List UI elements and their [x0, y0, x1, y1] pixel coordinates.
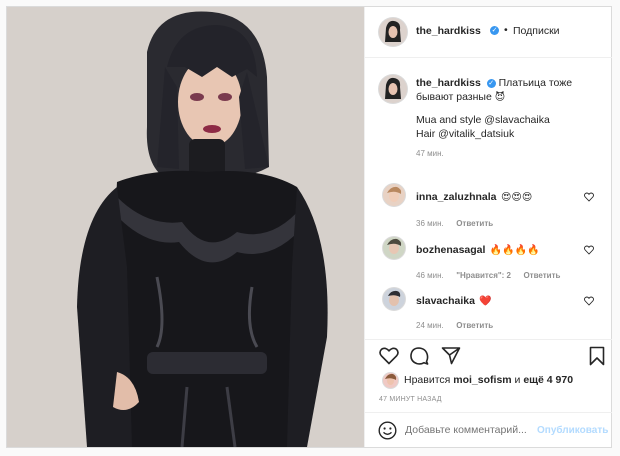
- commenter-avatar[interactable]: [383, 288, 405, 310]
- verified-icon: ✓: [486, 78, 496, 88]
- comment-text: 😍😍😍: [500, 192, 533, 203]
- following-button[interactable]: Подписки: [513, 25, 560, 37]
- comment-like-heart-icon[interactable]: [584, 192, 594, 202]
- comment-row: bozhenasagal 🔥🔥🔥🔥: [416, 240, 540, 258]
- post-header: the_hardkiss ✓ • Подписки: [365, 7, 612, 58]
- comment-icon[interactable]: [409, 346, 429, 366]
- author-username[interactable]: the_hardkiss: [416, 25, 481, 37]
- commenter-avatar[interactable]: [383, 184, 405, 206]
- caption-text-line2: бывают разные: [416, 91, 492, 103]
- comment-likes-count[interactable]: "Нравится": 2: [456, 271, 511, 280]
- comment-meta: 46 мин. "Нравится": 2 Ответить: [416, 265, 560, 283]
- caption-text-line1: Платьица тоже: [498, 77, 573, 89]
- comment-time: 24 мин.: [416, 321, 444, 330]
- post-frame: the_hardkiss ✓ • Подписки the_hardkiss ✓…: [6, 6, 612, 448]
- caption-credit-line1: Mua and style @slavachaika: [416, 114, 550, 126]
- caption-username[interactable]: the_hardkiss: [416, 77, 481, 89]
- verified-icon: ✓: [490, 26, 499, 35]
- caption-time: 47 мин.: [416, 149, 444, 158]
- comment-row: slavachaika ❤️: [416, 291, 492, 309]
- caption-block: the_hardkiss ✓ Платьица тоже бывают разн…: [416, 76, 606, 158]
- action-bar: [365, 339, 612, 370]
- comment-username[interactable]: inna_zaluzhnala: [416, 191, 497, 203]
- comment-like-heart-icon[interactable]: [584, 296, 594, 306]
- comment-text: ❤️: [479, 296, 492, 307]
- comment-username[interactable]: bozhenasagal: [416, 244, 485, 256]
- caption-avatar[interactable]: [379, 75, 407, 103]
- liker-avatar[interactable]: [383, 373, 398, 388]
- bookmark-icon[interactable]: [589, 346, 605, 366]
- comment-like-heart-icon[interactable]: [584, 245, 594, 255]
- likes-conjunction: и: [514, 374, 521, 386]
- reply-button[interactable]: Ответить: [456, 321, 493, 330]
- devil-emoji: 😈: [494, 92, 506, 103]
- likes-prefix: Нравится: [404, 374, 451, 386]
- reply-button[interactable]: Ответить: [523, 271, 560, 280]
- photo-illustration: [7, 7, 364, 447]
- comment-time: 46 мин.: [416, 271, 444, 280]
- comment-row: inna_zaluzhnala 😍😍😍: [416, 187, 532, 205]
- likes-summary: Нравится moi_sofism и ещё 4 970: [404, 374, 573, 386]
- comment-text: 🔥🔥🔥🔥: [489, 245, 540, 256]
- emoji-icon[interactable]: [378, 421, 397, 440]
- reply-button[interactable]: Ответить: [456, 219, 493, 228]
- heart-icon[interactable]: [379, 347, 399, 365]
- caption-credit-line2: Hair @vitalik_datsiuk: [416, 128, 515, 140]
- likes-count[interactable]: ещё 4 970: [523, 374, 573, 386]
- author-avatar[interactable]: [379, 18, 407, 46]
- comment-username[interactable]: slavachaika: [416, 295, 475, 307]
- comment-input-bar: Опубликовать: [365, 412, 612, 448]
- post-photo[interactable]: [7, 7, 364, 447]
- share-icon[interactable]: [441, 346, 461, 365]
- publish-button[interactable]: Опубликовать: [537, 425, 608, 436]
- comment-meta: 36 мин. Ответить: [416, 213, 493, 231]
- comment-input[interactable]: [405, 422, 530, 438]
- comment-time: 36 мин.: [416, 219, 444, 228]
- comment-meta: 24 мин. Ответить: [416, 315, 493, 333]
- header-separator: •: [504, 24, 508, 36]
- commenter-avatar[interactable]: [383, 237, 405, 259]
- liker-username[interactable]: moi_sofism: [453, 374, 511, 386]
- post-timestamp[interactable]: 47 МИНУТ НАЗАД: [379, 396, 442, 403]
- post-side-panel: the_hardkiss ✓ • Подписки the_hardkiss ✓…: [364, 7, 612, 447]
